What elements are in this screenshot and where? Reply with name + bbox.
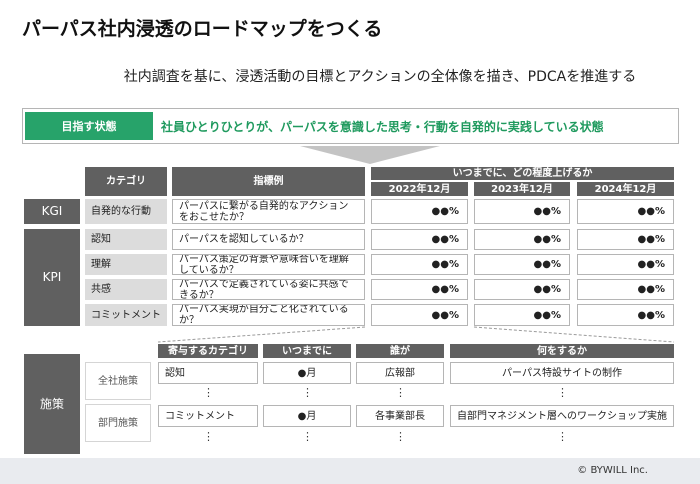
measures-header-what: 何をするか [450,344,674,358]
measures-header-when: いつまでに [263,344,351,358]
table-row-category: コミットメント [158,405,258,427]
table-row-who: 広報部 [356,362,444,384]
measures-header-category: 寄与するカテゴリ [158,344,258,358]
table-row-category: 認知 [158,362,258,384]
group-label-company: 全社施策 [85,362,151,400]
ellipsis: ⋮ [395,430,406,443]
ellipsis: ⋮ [557,386,568,399]
copyright: © BYWILL Inc. [577,465,648,476]
ellipsis: ⋮ [395,386,406,399]
table-row-what: 自部門マネジメント層へのワークショップ実施 [450,405,674,427]
measures-header-who: 誰が [356,344,444,358]
ellipsis: ⋮ [302,386,313,399]
ellipsis: ⋮ [302,430,313,443]
table-row-when: ●月 [263,362,351,384]
measures-label: 施策 [24,354,80,454]
table-row-who: 各事業部長 [356,405,444,427]
ellipsis: ⋮ [557,430,568,443]
table-row-what: パーパス特設サイトの制作 [450,362,674,384]
table-row-when: ●月 [263,405,351,427]
ellipsis: ⋮ [203,386,214,399]
ellipsis: ⋮ [203,430,214,443]
group-label-department: 部門施策 [85,404,151,442]
